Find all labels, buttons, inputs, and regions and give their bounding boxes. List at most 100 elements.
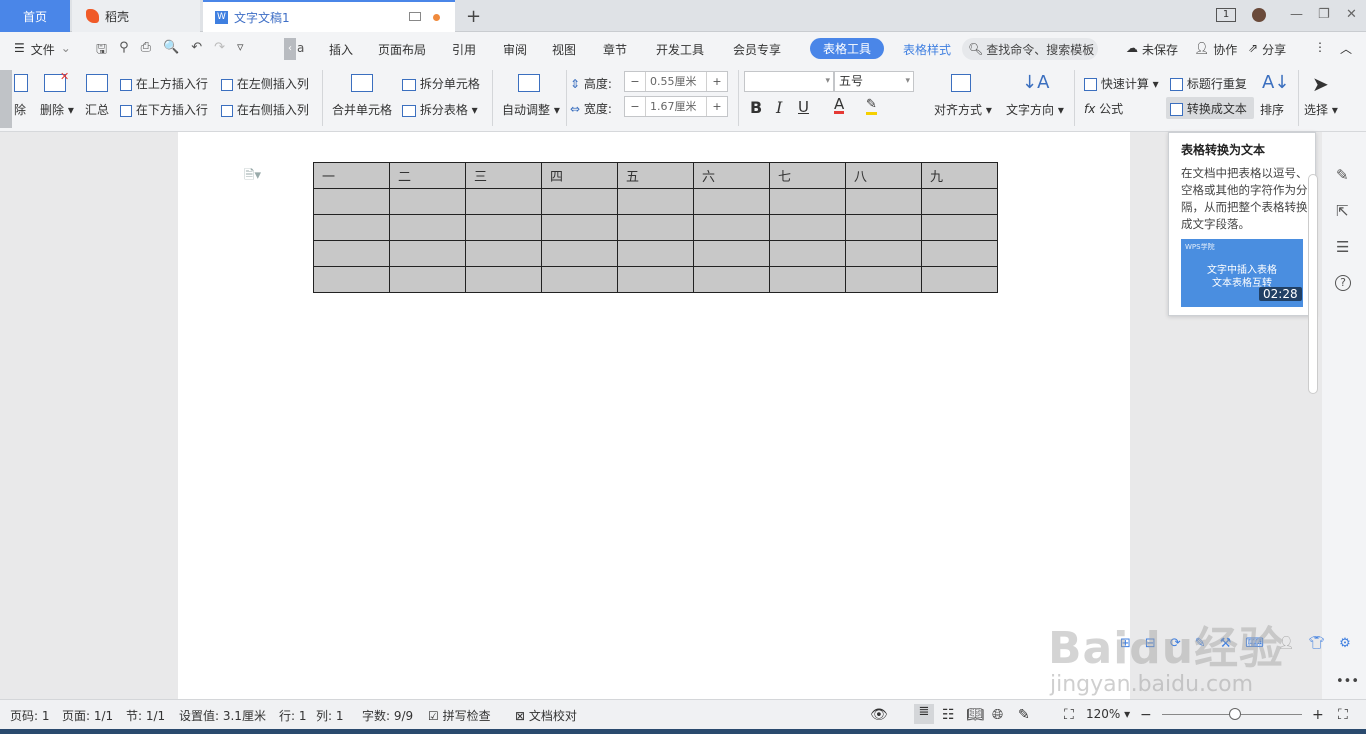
table-cell[interactable] xyxy=(921,188,998,215)
restore-icon[interactable]: ❐ xyxy=(1318,7,1330,22)
highlight-icon[interactable]: ✎ xyxy=(866,98,877,115)
fit-page-icon[interactable]: ⛶ xyxy=(1064,707,1074,723)
gear-icon[interactable]: ⚙ xyxy=(1339,636,1351,651)
close-icon[interactable]: ✕ xyxy=(1346,7,1357,22)
zoom-select[interactable]: 120% ▾ xyxy=(1086,707,1130,721)
status-setting-value[interactable]: 设置值: 3.1厘米 xyxy=(179,707,266,724)
table-cell[interactable] xyxy=(313,214,390,241)
table-cell[interactable] xyxy=(921,266,998,293)
repeat-header-button[interactable]: 标题行重复 xyxy=(1170,75,1247,92)
table-cell[interactable]: 七 xyxy=(769,162,846,189)
proofread-button[interactable]: ⊠ 文档校对 xyxy=(515,707,577,724)
select-button[interactable]: 选择 ▾ xyxy=(1304,101,1338,118)
monitor-icon[interactable] xyxy=(409,12,421,21)
undo-icon[interactable]: ↶ xyxy=(191,40,202,62)
annotate-icon[interactable]: ✎ xyxy=(1018,707,1030,723)
menu-chapter[interactable]: 章节 xyxy=(603,41,627,58)
format-painter-icon[interactable]: ⚲ xyxy=(119,40,129,62)
status-pages[interactable]: 页面: 1/1 xyxy=(62,707,113,724)
align-button[interactable]: 对齐方式 ▾ xyxy=(934,101,992,118)
table-cell[interactable] xyxy=(693,266,770,293)
insert-row-below-button[interactable]: 在下方插入行 xyxy=(120,101,208,118)
menu-developer[interactable]: 开发工具 xyxy=(656,41,704,58)
tab-home[interactable]: 首页 xyxy=(0,0,70,32)
merge-cells-button[interactable]: 合并单元格 xyxy=(332,101,392,118)
spell-check-button[interactable]: ☑ 拼写检查 xyxy=(428,707,491,724)
table-cell[interactable] xyxy=(769,240,846,267)
command-search[interactable]: 🔍︎ 查找命令、搜索模板 xyxy=(962,38,1098,60)
menu-references[interactable]: 引用 xyxy=(452,41,476,58)
delete-button[interactable]: 删除 ▾ xyxy=(40,101,74,118)
more-horizontal-icon[interactable]: ••• xyxy=(1336,674,1359,689)
window-count-badge[interactable]: 1 xyxy=(1216,8,1236,22)
user-avatar[interactable] xyxy=(1252,8,1266,22)
vertical-scrollbar[interactable] xyxy=(1306,150,1322,400)
table-cell[interactable] xyxy=(921,240,998,267)
table-cell[interactable]: 五 xyxy=(617,162,694,189)
formula-button[interactable]: fx 公式 xyxy=(1084,100,1123,117)
convert-to-text-button[interactable]: 转换成文本 xyxy=(1166,97,1254,119)
scroll-left-icon[interactable]: ‹ xyxy=(284,38,296,60)
outline-view-icon[interactable]: ☷ xyxy=(942,707,955,723)
split-cell-button[interactable]: 拆分单元格 xyxy=(402,75,480,92)
height-increment-button[interactable]: + xyxy=(707,75,727,88)
table-cell[interactable] xyxy=(617,188,694,215)
italic-icon[interactable]: I xyxy=(776,98,782,117)
table-cell[interactable] xyxy=(617,214,694,241)
underline-icon[interactable]: U xyxy=(798,98,809,116)
zoom-in-icon[interactable]: + xyxy=(1312,707,1324,723)
file-menu[interactable]: ☰ 文件 ⌄ xyxy=(14,41,71,58)
collapse-ribbon-icon[interactable]: ︿ xyxy=(1340,40,1352,57)
table-cell[interactable] xyxy=(845,266,922,293)
scrollbar-thumb[interactable] xyxy=(1308,174,1318,394)
font-color-icon[interactable]: A xyxy=(834,97,845,114)
status-column[interactable]: 列: 1 xyxy=(316,707,344,724)
table-cell[interactable]: 四 xyxy=(541,162,618,189)
table-cell[interactable] xyxy=(465,214,542,241)
table-cell[interactable]: 九 xyxy=(921,162,998,189)
font-size-select[interactable]: 五号 ▾ xyxy=(834,71,914,92)
new-tab-button[interactable]: + xyxy=(466,6,481,27)
pointer-icon[interactable]: ⇱ xyxy=(1336,202,1349,220)
table-cell[interactable] xyxy=(389,240,466,267)
redo-icon[interactable]: ↷ xyxy=(214,40,225,62)
table-cell[interactable] xyxy=(389,188,466,215)
minimize-icon[interactable]: — xyxy=(1290,7,1303,22)
table-cell[interactable] xyxy=(465,240,542,267)
table-cell[interactable] xyxy=(313,266,390,293)
table-cell[interactable] xyxy=(617,240,694,267)
paragraph-marker-icon[interactable]: 🗎▾ xyxy=(244,166,261,188)
help-icon[interactable]: ? xyxy=(1335,275,1351,291)
table-cell[interactable] xyxy=(769,214,846,241)
table-cell[interactable]: 六 xyxy=(693,162,770,189)
menu-page-layout[interactable]: 页面布局 xyxy=(378,41,426,58)
table-cell[interactable] xyxy=(541,188,618,215)
tutorial-video-thumbnail[interactable]: WPS学院 文字中插入表格 文本表格互转 02:28 xyxy=(1181,239,1303,307)
unsaved-button[interactable]: ☁ 未保存 xyxy=(1126,41,1178,58)
table-cell[interactable] xyxy=(541,266,618,293)
font-family-select[interactable]: ▾ xyxy=(744,71,834,92)
menu-table-tools[interactable]: 表格工具 xyxy=(810,38,884,59)
menu-member[interactable]: 会员专享 xyxy=(733,41,781,58)
table-cell[interactable] xyxy=(541,240,618,267)
document-table[interactable]: 一 二 三 四 五 六 七 八 九 xyxy=(313,162,998,293)
auto-adjust-button[interactable]: 自动调整 ▾ xyxy=(502,101,560,118)
fullscreen-icon[interactable]: ⛶ xyxy=(1338,707,1348,723)
width-stepper[interactable]: −1.67厘米 + xyxy=(624,96,728,117)
reading-view-icon[interactable]: 📖︎ xyxy=(966,707,984,723)
status-page[interactable]: 页码: 1 xyxy=(10,707,50,724)
height-value[interactable]: 0.55厘米 xyxy=(645,72,707,91)
status-section[interactable]: 节: 1/1 xyxy=(126,707,165,724)
table-cell[interactable] xyxy=(313,188,390,215)
print-icon[interactable]: ⎙ xyxy=(141,40,151,62)
settings-sliders-icon[interactable]: ☰ xyxy=(1336,238,1349,256)
table-cell[interactable] xyxy=(921,214,998,241)
table-cell[interactable] xyxy=(845,214,922,241)
table-cell[interactable] xyxy=(845,188,922,215)
sort-button[interactable]: 排序 xyxy=(1260,101,1284,118)
text-direction-button[interactable]: 文字方向 ▾ xyxy=(1006,101,1064,118)
table-cell[interactable] xyxy=(693,188,770,215)
status-word-count[interactable]: 字数: 9/9 xyxy=(362,707,413,724)
table-cell[interactable] xyxy=(693,240,770,267)
zoom-out-icon[interactable]: − xyxy=(1140,707,1152,723)
